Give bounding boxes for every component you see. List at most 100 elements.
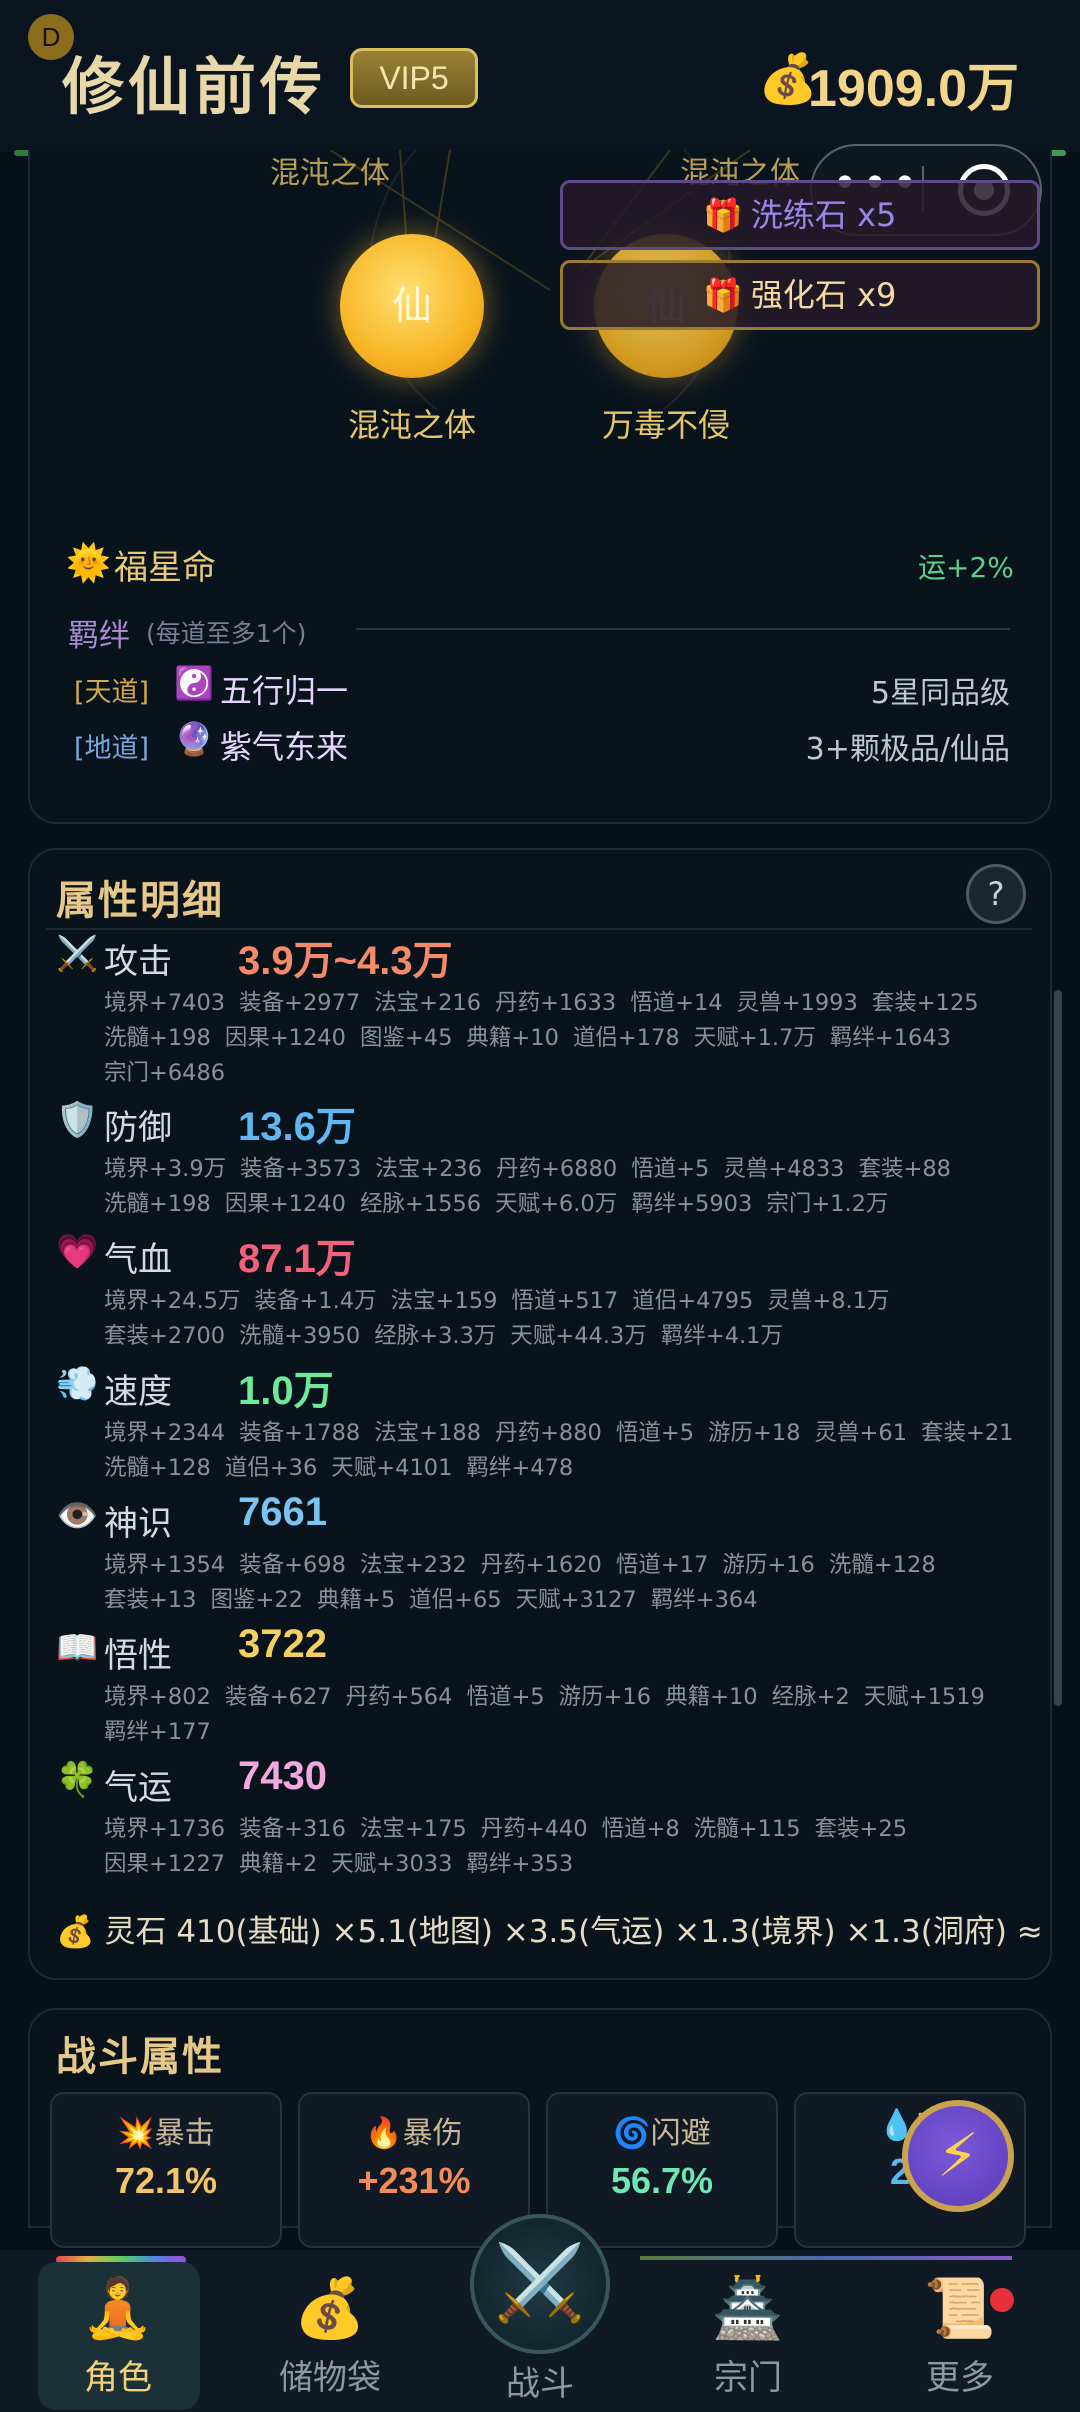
attribute-breakdown-item: 道侣+65: [409, 1587, 502, 1613]
meditation-icon: 🧘: [81, 2274, 155, 2342]
attribute-breakdown-item: 悟道+517: [511, 1288, 619, 1314]
attribute-breakdown-item: 境界+3.9万: [104, 1156, 227, 1182]
combat-stat-icon: 🌀: [613, 2116, 651, 2151]
attribute-breakdown-item: 道侣+4795: [632, 1288, 754, 1314]
combat-stat-label-text: 暴伤: [402, 2116, 463, 2151]
attribute-head: ⚔️ 攻击 3.9万~4.3万: [56, 930, 1016, 986]
combat-stat[interactable]: 🌀闪避 56.7%: [546, 2092, 778, 2248]
attribute-breakdown-item: 境界+1354: [104, 1552, 226, 1578]
bond-req-heaven: 5星同品级: [870, 676, 1010, 711]
combat-stat[interactable]: 💥暴击 72.1%: [50, 2092, 282, 2248]
combat-stat-icon: 💥: [117, 2116, 155, 2151]
attribute-breakdown-item: 宗门+6486: [104, 1060, 226, 1086]
attribute-breakdown-item: 悟道+14: [630, 990, 723, 1016]
physique-orb-2-label: 万毒不侵: [601, 406, 730, 444]
attribute-breakdown-item: 灵兽+1993: [736, 990, 858, 1016]
combat-stat-label-text: 闪避: [650, 2116, 711, 2151]
attribute-breakdown-item: 典籍+10: [466, 1025, 559, 1051]
gift-toast-1[interactable]: 🎁 洗练石 x5: [560, 180, 1040, 250]
attribute-breakdown-item: 悟道+5: [466, 1684, 545, 1710]
gift-toast-2[interactable]: 🎁 强化石 x9: [560, 260, 1040, 330]
money-bag-icon: 💰: [56, 1914, 95, 1950]
attribute-head: 💗 气血 87.1万: [56, 1228, 1016, 1284]
attribute-head: 📖 悟性 3722: [56, 1622, 1016, 1680]
attribute-breakdown-item: 天赋+3033: [331, 1851, 453, 1877]
help-button[interactable]: ?: [966, 864, 1026, 924]
attribute-icon: ⚔️: [56, 934, 99, 974]
attribute-breakdown-item: 因果+1240: [224, 1025, 346, 1051]
attribute-breakdown-item: 洗髓+115: [693, 1816, 801, 1842]
scrollbar[interactable]: [1054, 990, 1062, 1706]
combat-stat-label-text: 暴击: [154, 2116, 215, 2151]
attribute-breakdown-item: 典籍+5: [316, 1587, 396, 1613]
gift-toast-text: 洗练石 x5: [750, 196, 897, 234]
yin-yang-icon: ☯️: [174, 664, 214, 702]
combat-stat-value: +231%: [357, 2160, 471, 2201]
attribute-icon: 🍀: [56, 1760, 99, 1800]
attribute-breakdown-item: 经脉+3.3万: [374, 1323, 497, 1349]
attribute-row: 🍀 气运 7430 境界+1736 装备+316 法宝+175 丹药+440 悟道+8 洗髓+1…: [56, 1754, 1016, 1882]
attribute-breakdown-item: 羁绊+5903: [631, 1191, 753, 1217]
attribute-breakdown-item: 灵兽+61: [814, 1420, 908, 1446]
attribute-breakdown-item: 因果+1240: [224, 1191, 346, 1217]
attribute-breakdown: 境界+1354 装备+698 法宝+232 丹药+1620 悟道+17 游历+16 洗髓+1…: [104, 1548, 1034, 1618]
attribute-breakdown-item: 羁绊+353: [466, 1851, 574, 1877]
combat-stat-label: 💥暴击: [52, 2108, 280, 2152]
attribute-breakdown-item: 灵兽+4833: [723, 1156, 845, 1182]
attribute-breakdown-item: 因果+1227: [104, 1851, 226, 1877]
nav-item-role[interactable]: 🧘 角色: [38, 2270, 198, 2399]
attribute-head: 🛡️ 防御 13.6万: [56, 1096, 1016, 1152]
bond-tag-heaven: [天道]: [74, 677, 150, 708]
attribute-breakdown-item: 悟道+5: [631, 1156, 710, 1182]
nav-label: 角色: [84, 2358, 152, 2398]
attribute-breakdown-item: 图鉴+22: [210, 1587, 303, 1613]
nav-battle-button[interactable]: ⚔️: [470, 2214, 610, 2354]
attribute-value: 13.6万: [238, 1105, 356, 1149]
nav-label: 储物袋: [279, 2358, 381, 2398]
attribute-breakdown-item: 套装+2700: [104, 1323, 226, 1349]
nav-accent-line: [640, 2256, 1012, 2260]
gift-icon: 🎁: [703, 276, 743, 314]
attribute-breakdown-item: 丹药+564: [345, 1684, 453, 1710]
attribute-breakdown-item: 图鉴+45: [359, 1025, 453, 1051]
attributes-title: 属性明细: [56, 878, 224, 924]
nav-item-sect[interactable]: 🏯 宗门: [668, 2270, 828, 2399]
attribute-value: 3722: [238, 1622, 327, 1666]
attribute-breakdown: 境界+802 装备+627 丹药+564 悟道+5 游历+16 典籍+10 经脉+2 天赋+1…: [104, 1680, 1034, 1750]
physique-orb-1[interactable]: 仙: [340, 234, 484, 378]
lightning-icon[interactable]: ⚡: [902, 2100, 1014, 2212]
attribute-breakdown-item: 道侣+36: [224, 1455, 318, 1481]
notification-dot: [990, 2288, 1014, 2312]
bond-name-earth[interactable]: 紫气东来: [220, 722, 348, 768]
bond-name-heaven[interactable]: 五行归一: [220, 666, 348, 712]
attribute-row: 🛡️ 防御 13.6万 境界+3.9万 装备+3573 法宝+236 丹药+6880 悟道+5…: [56, 1096, 1016, 1222]
scroll-icon: 📜: [923, 2274, 997, 2342]
attribute-breakdown-item: 天赋+1519: [863, 1684, 985, 1710]
attribute-breakdown-item: 道侣+178: [572, 1025, 680, 1051]
bond-divider: [356, 628, 1010, 630]
sun-icon: 🌞: [66, 543, 111, 584]
nav-label: 战斗: [506, 2364, 574, 2404]
attribute-breakdown-item: 法宝+236: [375, 1156, 483, 1182]
attribute-breakdown-item: 羁绊+478: [466, 1455, 574, 1481]
attribute-breakdown-item: 洗髓+198: [104, 1191, 211, 1217]
attribute-breakdown-item: 洗髓+198: [104, 1025, 211, 1051]
attribute-breakdown-item: 境界+7403: [104, 990, 226, 1016]
attribute-breakdown-item: 套装+25: [814, 1816, 908, 1842]
attribute-value: 7430: [238, 1754, 327, 1798]
attribute-head: 👁️ 神识 7661: [56, 1490, 1016, 1548]
attribute-icon: 📖: [56, 1628, 99, 1668]
attribute-breakdown: 境界+2344 装备+1788 法宝+188 丹药+880 悟道+5 游历+18 灵兽+61…: [104, 1416, 1034, 1486]
fate-name: 福星命: [114, 548, 216, 588]
attribute-breakdown-item: 境界+24.5万: [104, 1288, 241, 1314]
nav-item-more[interactable]: 📜 更多: [880, 2270, 1040, 2399]
attribute-name: 气运: [104, 1768, 172, 1808]
attribute-breakdown-item: 宗门+1.2万: [766, 1191, 889, 1217]
combat-stat-label: 🔥暴伤: [300, 2108, 528, 2152]
nav-item-battle[interactable]: 战斗: [460, 2356, 620, 2405]
attribute-name: 速度: [104, 1372, 172, 1412]
vip-badge[interactable]: VIP5: [350, 48, 478, 108]
combat-stat[interactable]: 🔥暴伤 +231%: [298, 2092, 530, 2248]
nav-item-bag[interactable]: 💰 储物袋: [250, 2270, 410, 2399]
attribute-breakdown-item: 天赋+44.3万: [510, 1323, 647, 1349]
